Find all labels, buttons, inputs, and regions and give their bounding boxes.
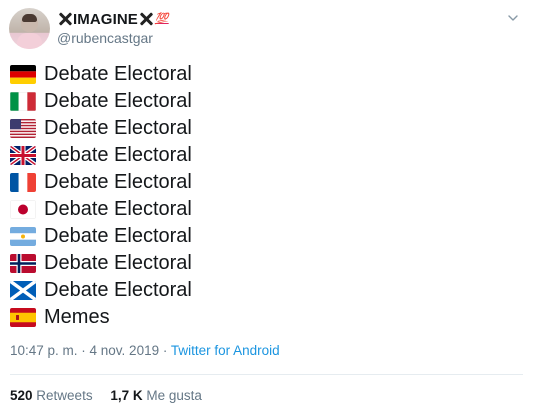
chevron-down-icon[interactable] [507, 12, 519, 24]
tweet-line: Debate Electoral [10, 223, 192, 250]
display-name-text: IMAGINE [73, 10, 138, 28]
flag-usa-icon [10, 119, 36, 138]
tweet-line: Debate Electoral [10, 142, 192, 169]
flag-germany-icon [10, 65, 36, 84]
flag-norway-icon [10, 254, 36, 273]
tweet-line: Debate Electoral [10, 277, 192, 304]
flag-italy-icon [10, 92, 36, 111]
retweets-label: Retweets [36, 388, 93, 403]
flag-argentina-icon [10, 227, 36, 246]
tweet-line: Debate Electoral [10, 115, 192, 142]
tweet-line-text: Debate Electoral [44, 225, 192, 247]
flag-japan-icon [10, 200, 36, 219]
meta-separator: · [162, 343, 168, 358]
cross-mark-icon [58, 12, 72, 26]
hundred-points-icon: 💯 [154, 12, 169, 25]
flag-france-icon [10, 173, 36, 192]
tweet-line: Debate Electoral [10, 250, 192, 277]
cross-mark-icon [139, 12, 153, 26]
tweet-line: Debate Electoral [10, 88, 192, 115]
tweet-line: Debate Electoral [10, 61, 192, 88]
tweet-line-text: Debate Electoral [44, 117, 192, 139]
user-handle[interactable]: @rubencastgar [57, 30, 153, 46]
tweet-line: Debate Electoral [10, 196, 192, 223]
tweet-line-text: Debate Electoral [44, 63, 192, 85]
tweet-line-text: Debate Electoral [44, 171, 192, 193]
avatar-hair [22, 14, 37, 22]
tweet-line-text: Debate Electoral [44, 90, 192, 112]
tweet-timestamp[interactable]: 10:47 p. m. · 4 nov. 2019 [10, 343, 159, 358]
avatar[interactable] [9, 8, 50, 49]
tweet-stats: 520 Retweets 1,7 K Me gusta [10, 388, 216, 403]
retweets-count: 520 [10, 388, 33, 403]
tweet-text: Debate Electoral Debate Electoral Debate… [10, 61, 192, 331]
tweet-line-text: Debate Electoral [44, 279, 192, 301]
divider [10, 374, 523, 375]
tweet-metadata: 10:47 p. m. · 4 nov. 2019 · Twitter for … [10, 343, 280, 358]
tweet-line: Debate Electoral [10, 169, 192, 196]
tweet-line-text: Debate Electoral [44, 252, 192, 274]
flag-spain-icon [10, 308, 36, 327]
flag-scotland-icon [10, 281, 36, 300]
avatar-torso [17, 33, 42, 49]
tweet-line: Memes [10, 304, 192, 331]
flag-uk-icon [10, 146, 36, 165]
likes-label: Me gusta [146, 388, 202, 403]
likes-stat[interactable]: 1,7 K Me gusta [110, 388, 202, 403]
likes-count: 1,7 K [110, 388, 143, 403]
display-name[interactable]: IMAGINE 💯 [57, 10, 169, 28]
tweet-source-link[interactable]: Twitter for Android [171, 343, 280, 358]
tweet-line-text: Debate Electoral [44, 144, 192, 166]
tweet-line-text: Memes [44, 306, 110, 328]
retweets-stat[interactable]: 520 Retweets [10, 388, 96, 403]
tweet-line-text: Debate Electoral [44, 198, 192, 220]
